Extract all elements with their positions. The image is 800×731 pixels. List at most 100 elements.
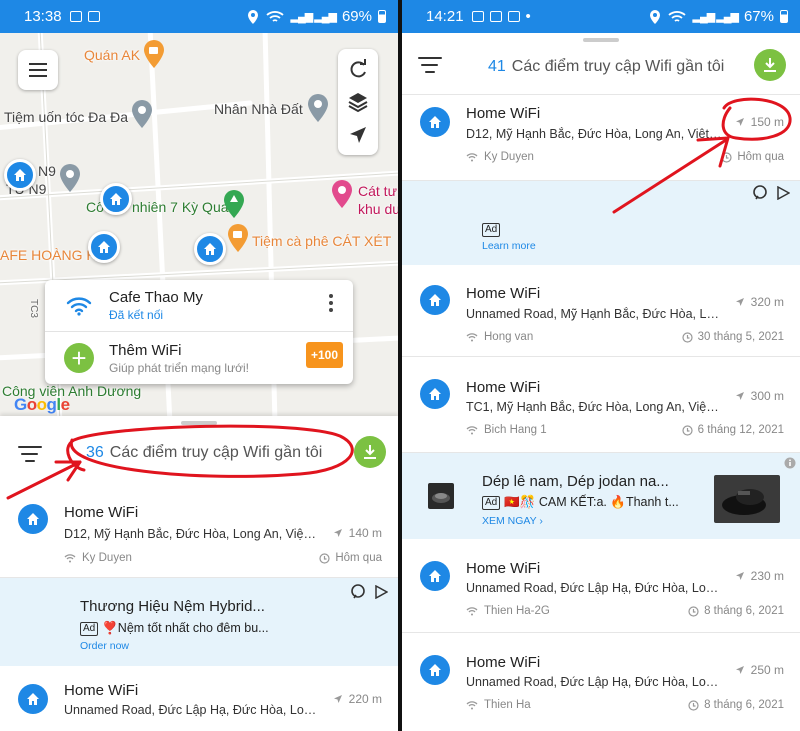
park-pin-icon[interactable] [222, 189, 246, 219]
item-name: Home WiFi [466, 560, 541, 577]
menu-icon [29, 63, 47, 65]
item-name: Home WiFi [466, 105, 541, 122]
place-pin-icon[interactable] [130, 99, 154, 129]
refresh-icon[interactable] [347, 58, 369, 80]
map-view[interactable]: Quán AK Nhân Nhà Đất Tiệm uốn tóc Đa Đa … [0, 33, 398, 416]
map-tools [338, 49, 378, 155]
home-icon [420, 655, 450, 685]
adchoices-icon[interactable] [776, 186, 790, 200]
adchoices-icon[interactable] [374, 585, 388, 599]
ad-product-image [714, 475, 780, 523]
list-item[interactable]: Home WiFi TC1, Mỹ Hạnh Bắc, Đức Hòa, Lon… [402, 357, 800, 453]
ad-cta[interactable]: Order now [80, 640, 129, 652]
list-item[interactable]: Home WiFi Unnamed Road, Đức Lập Hạ, Đức … [402, 539, 800, 633]
battery-icon [378, 10, 386, 23]
item-address: Unnamed Road, Đức Lập Hạ, Đức Hòa, Long.… [64, 703, 318, 717]
shopping-pin-icon[interactable] [330, 179, 354, 209]
zalo-icon [489, 11, 502, 22]
signal-icon: ▂▄▆ ▂▄▆ [290, 11, 336, 23]
list-item[interactable]: Home WiFi Unnamed Road, Đức Lập Hạ, Đức … [0, 666, 398, 731]
ad-feedback-icon[interactable] [752, 185, 768, 201]
map-label-ky-quan: nhiên 7 Kỳ Quan [132, 199, 237, 215]
filter-icon[interactable] [418, 57, 442, 73]
list-item[interactable]: Home WiFi D12, Mỹ Hạnh Bắc, Đức Hòa, Lon… [0, 486, 398, 578]
home-icon [204, 243, 216, 255]
item-name: Home WiFi [466, 379, 541, 396]
ad-banner[interactable]: Thương Hiệu Nệm Hybrid... Ad ❣️Nệm tốt n… [0, 578, 398, 666]
filter-icon[interactable] [18, 446, 42, 462]
wifi-map-pin[interactable] [88, 231, 120, 263]
wifi-map-pin[interactable] [4, 159, 36, 191]
item-distance: 140 m [333, 526, 382, 540]
kebab-icon[interactable] [329, 294, 333, 312]
more-dot-icon: • [525, 8, 531, 25]
connected-wifi-row[interactable]: Cafe Thao My Đã kết nối [45, 280, 353, 332]
layers-icon[interactable] [347, 91, 369, 113]
wifi-map-pin[interactable] [100, 183, 132, 215]
list-item[interactable]: Home WiFi Unnamed Road, Đức Lập Hạ, Đức … [402, 633, 800, 731]
wifi-map-pin[interactable] [194, 233, 226, 265]
navigation-icon [735, 572, 744, 580]
ad-title: Dép lê nam, Dép jodan na... [482, 473, 669, 490]
download-button[interactable] [354, 436, 386, 468]
bonus-badge: +100 [305, 342, 343, 368]
item-address: Unnamed Road, Đức Lập Hạ, Đức Hòa, Long.… [466, 581, 722, 595]
location-icon [248, 9, 259, 24]
map-label-cat-tuong: Cát tư [358, 183, 397, 199]
ad-cta[interactable]: Learn more [482, 240, 536, 252]
cafe-pin-icon[interactable] [142, 39, 166, 69]
ad-text: Ad ❣️Nệm tốt nhất cho đêm bu... [80, 621, 269, 636]
connected-status: Đã kết nối [109, 308, 164, 322]
message-icon [507, 11, 520, 22]
clock-icon [682, 331, 693, 343]
navigation-icon [735, 298, 744, 306]
navigation-icon[interactable] [347, 124, 369, 146]
ad-text: Ad [482, 223, 501, 237]
place-pin-icon[interactable] [306, 93, 330, 123]
item-date: 8 tháng 6, 2021 [688, 605, 784, 617]
left-phone-screen: 13:38 ▂▄▆ ▂▄▆ 69% Quán AK Nhân Nhà Đất T… [0, 0, 398, 731]
menu-button[interactable] [18, 50, 58, 90]
ad-thumbnail-small [428, 483, 454, 509]
ad-banner[interactable]: Ad Learn more [402, 181, 800, 265]
item-name: Home WiFi [64, 504, 139, 521]
item-distance: 230 m [735, 569, 784, 583]
list-item[interactable]: Home WiFi D12, Mỹ Hạnh Bắc, Đức Hòa, Lon… [402, 95, 800, 181]
map-label-n9: N9 [38, 163, 56, 179]
ad-controls [350, 584, 388, 600]
wifi-status-icon [668, 10, 687, 22]
nearby-list-sheet: 41 Các điểm truy cập Wifi gần tôi Home Wi… [402, 33, 800, 731]
wifi-icon [66, 296, 92, 316]
add-wifi-subtitle: Giúp phát triển mạng lưới! [109, 360, 249, 375]
home-icon [98, 241, 110, 253]
wifi-status-icon [266, 10, 285, 22]
list-item[interactable]: Home WiFi Unnamed Road, Mỹ Hạnh Bắc, Đức… [402, 265, 800, 357]
ad-cta[interactable]: XEM NGAY › [482, 515, 543, 527]
home-icon [18, 684, 48, 714]
navigation-icon [735, 666, 744, 674]
info-icon[interactable] [784, 457, 796, 469]
download-icon [764, 58, 776, 72]
connected-wifi-name: Cafe Thao My [109, 289, 203, 306]
home-icon [110, 193, 122, 205]
item-address: Unnamed Road, Mỹ Hạnh Bắc, Đức Hòa, Lon.… [466, 307, 722, 321]
item-date: 30 tháng 5, 2021 [682, 331, 784, 343]
ad-banner[interactable]: Dép lê nam, Dép jodan na... Ad 🇻🇳🎊 CAM K… [402, 453, 800, 539]
item-name: Home WiFi [466, 285, 541, 302]
cafe-pin-icon[interactable] [226, 223, 250, 253]
ad-feedback-icon[interactable] [350, 584, 366, 600]
status-bar: 13:38 ▂▄▆ ▂▄▆ 69% [0, 0, 398, 33]
item-distance: 220 m [333, 692, 382, 706]
map-label-tiem-uon-toc: Tiệm uốn tóc Đa Đa [4, 109, 128, 125]
item-user: Hong van [466, 331, 533, 343]
wifi-popup-card: Cafe Thao My Đã kết nối + Thêm WiFi Giúp… [45, 280, 353, 384]
item-distance: 320 m [735, 295, 784, 309]
hotspot-count: 36 [86, 444, 104, 461]
home-icon [14, 169, 26, 181]
ad-tag: Ad [80, 621, 99, 636]
battery-percent: 67% [743, 8, 774, 25]
place-pin-icon[interactable] [58, 163, 82, 193]
download-button[interactable] [754, 49, 786, 81]
item-distance: 150 m [735, 115, 784, 129]
map-label-khu-du-lich: khu du [358, 201, 398, 217]
